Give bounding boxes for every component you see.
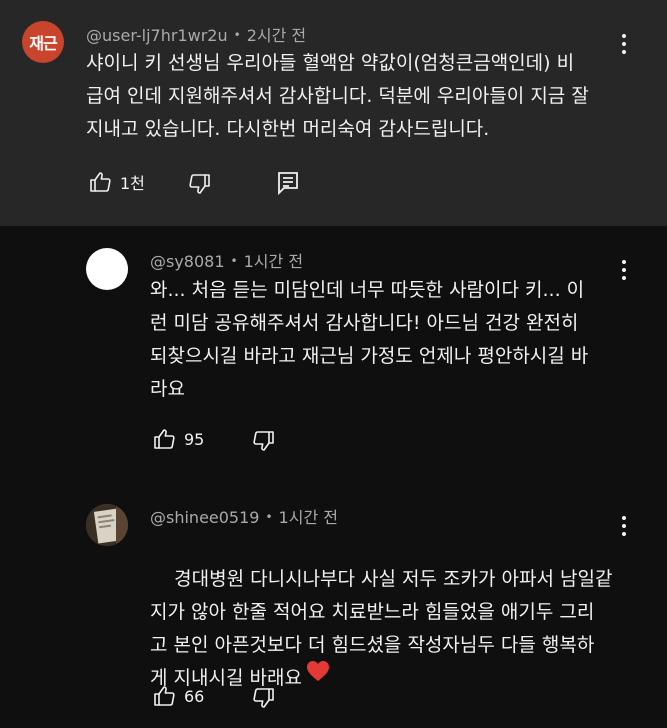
comment-text: 와... 처음 듣는 미담인데 너무 따듯한 사람이다 키... 이 런 미담 …	[150, 279, 589, 400]
comment-meta: @sy8081 • 1시간 전	[150, 248, 303, 272]
reply-thread-2: @shinee0519 • 1시간 전 경대병원 다니시나부다 사실 저두 조카가 …	[0, 486, 667, 723]
comment-text: 경대병원 다니시나부다 사실 저두 조카가 아파서 남일같 지가 않아 한줄 적…	[150, 568, 613, 689]
comment-meta: @shinee0519 • 1시간 전	[150, 504, 338, 528]
timestamp[interactable]: 2시간 전	[247, 26, 306, 45]
thumbs-down-icon	[253, 688, 274, 708]
dislike-button[interactable]	[252, 429, 276, 453]
comment-text: 샤이니 키 선생님 우리아들 혈액암 약값이(엄청큰금액인데) 비 급여 인데 …	[86, 52, 589, 140]
thumbs-down-icon	[189, 174, 210, 194]
like-button[interactable]: 66	[152, 684, 204, 708]
dislike-button[interactable]	[188, 172, 212, 196]
thumbs-up-icon	[154, 686, 175, 706]
comment-thread-top: 재근 @user-lj7hr1wr2u • 2시간 전 샤이니 키 선생님 우리아들…	[0, 0, 667, 226]
comment-body: 경대병원 다니시나부다 사실 저두 조카가 아파서 남일같 지가 않아 한줄 적…	[150, 530, 612, 728]
meta-separator: •	[230, 254, 238, 268]
dislike-button[interactable]	[252, 686, 276, 710]
meta-separator: •	[233, 28, 241, 42]
more-options-icon[interactable]	[614, 512, 634, 540]
comment-meta: @user-lj7hr1wr2u • 2시간 전	[86, 22, 306, 46]
reply-comment-icon	[278, 172, 298, 195]
avatar-initials: 재근	[29, 34, 57, 53]
timestamp[interactable]: 1시간 전	[244, 252, 303, 271]
meta-separator: •	[265, 510, 273, 524]
avatar[interactable]	[86, 248, 128, 290]
like-count: 95	[184, 429, 205, 449]
like-count: 1천	[120, 174, 145, 193]
like-count: 66	[184, 686, 205, 706]
avatar-photo-icon	[86, 504, 128, 546]
avatar[interactable]	[86, 504, 128, 546]
more-options-icon[interactable]	[614, 30, 634, 58]
timestamp[interactable]: 1시간 전	[279, 508, 338, 527]
author-name[interactable]: @shinee0519	[150, 508, 259, 527]
thumbs-up-icon	[154, 429, 175, 449]
thumbs-up-icon	[90, 172, 111, 192]
like-button[interactable]: 95	[152, 427, 204, 451]
author-name[interactable]: @user-lj7hr1wr2u	[86, 26, 228, 45]
avatar[interactable]: 재근	[22, 21, 64, 63]
reply-thread-1: @sy8081 • 1시간 전 와... 처음 듣는 미담인데 너무 따듯한 사람이…	[0, 226, 667, 486]
reply-button[interactable]	[277, 171, 299, 195]
author-name[interactable]: @sy8081	[150, 252, 225, 271]
red-heart-icon	[306, 660, 330, 693]
like-button[interactable]: 1천	[88, 170, 145, 194]
thumbs-down-icon	[253, 431, 274, 451]
more-options-icon[interactable]	[614, 256, 634, 284]
